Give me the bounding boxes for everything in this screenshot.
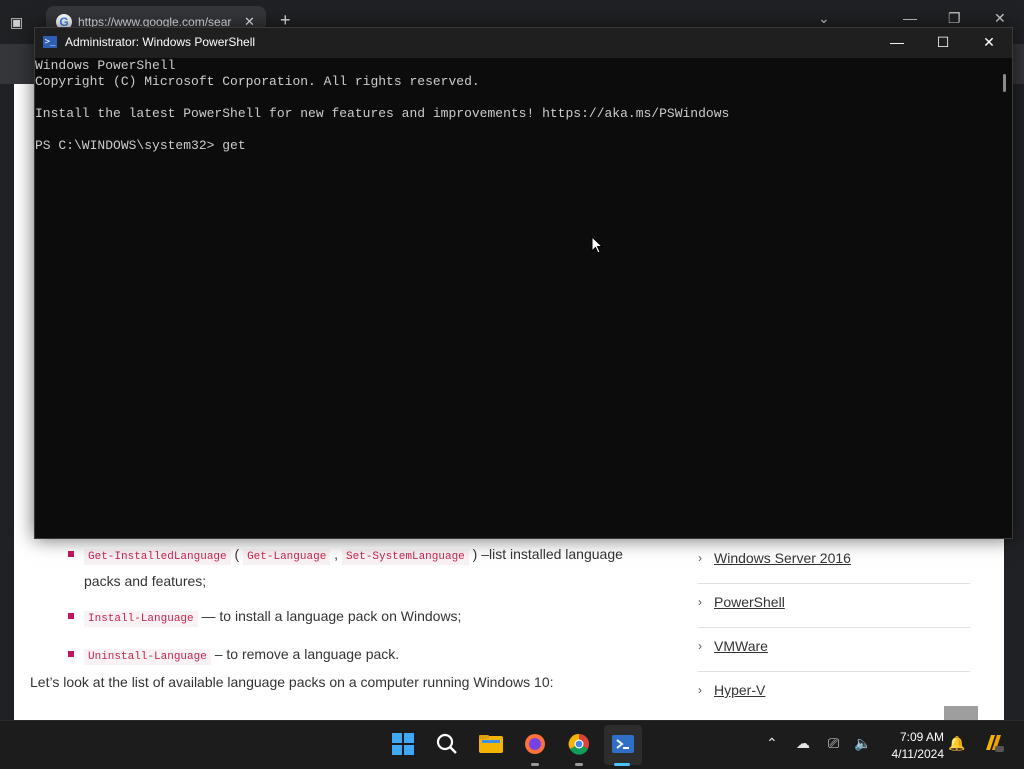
maximize-button[interactable]: ☐: [920, 28, 966, 58]
running-indicator: [575, 763, 583, 766]
tab-list-chevron-icon[interactable]: ⌄: [818, 10, 830, 27]
powershell-taskbar-icon[interactable]: [610, 732, 636, 758]
sidebar-link-label[interactable]: Windows Server 2016: [714, 550, 851, 566]
code-snippet: Install-Language: [84, 611, 198, 627]
close-button[interactable]: ✕: [966, 28, 1012, 58]
mouse-pointer-icon: [591, 236, 603, 254]
terminal-prompt-line[interactable]: PS C:\WINDOWS\system32> get: [35, 138, 246, 154]
sidebar-link-label[interactable]: PowerShell: [714, 594, 785, 610]
browser-restore-icon[interactable]: ❐: [948, 10, 961, 27]
sidebar-link-vmware[interactable]: › VMWare: [698, 628, 970, 672]
chevron-right-icon: ›: [698, 551, 702, 565]
window-title: Administrator: Windows PowerShell: [65, 35, 256, 49]
notification-bell-icon[interactable]: 🔔: [948, 735, 965, 752]
browser-close-icon[interactable]: ✕: [994, 10, 1006, 27]
sidebar-link-hyper-v[interactable]: › Hyper-V: [698, 672, 970, 715]
network-icon[interactable]: ⎚: [828, 735, 839, 752]
powershell-titlebar[interactable]: >_ Administrator: Windows PowerShell — ☐…: [35, 28, 1012, 58]
show-hidden-icons-chevron-icon[interactable]: ⌃: [766, 735, 778, 752]
sidebar-link-powershell[interactable]: › PowerShell: [698, 584, 970, 628]
code-snippet: Set-SystemLanguage: [341, 549, 469, 565]
onedrive-icon[interactable]: ☁: [796, 735, 810, 752]
code-snippet: Uninstall-Language: [84, 649, 211, 665]
search-icon[interactable]: [434, 732, 460, 758]
list-item: Uninstall-Language – to remove a languag…: [64, 642, 644, 669]
list-text: — to install a language pack on Windows;: [197, 608, 462, 624]
firefox-icon[interactable]: [522, 732, 548, 758]
list-text: – to remove a language pack.: [210, 646, 400, 662]
volume-muted-icon[interactable]: 🔈: [854, 735, 871, 752]
chrome-icon[interactable]: [566, 732, 592, 758]
code-snippet: Get-Language: [243, 549, 331, 565]
tab-search-icon[interactable]: ▣: [10, 14, 30, 30]
chevron-right-icon: ›: [698, 639, 702, 653]
list-item: Install-Language — to install a language…: [64, 604, 644, 631]
clock-date[interactable]: 4/11/2024: [876, 747, 945, 761]
browser-minimize-icon[interactable]: —: [903, 10, 917, 26]
scroll-to-top-button[interactable]: [944, 706, 978, 720]
copilot-icon[interactable]: [982, 732, 1004, 757]
terminal-line: Copyright (C) Microsoft Corporation. All…: [35, 74, 480, 89]
list-text: ,: [330, 546, 342, 562]
taskbar: ⌃ ☁ ⎚ 🔈 7:09 AM 4/11/2024 🔔: [0, 720, 1024, 769]
chevron-right-icon: ›: [698, 683, 702, 697]
clock-time[interactable]: 7:09 AM: [888, 730, 944, 744]
sidebar-link-windows-server-2016[interactable]: › Windows Server 2016: [698, 540, 970, 584]
sidebar-link-label[interactable]: Hyper-V: [714, 682, 765, 698]
code-snippet: Get-InstalledLanguage: [84, 549, 231, 565]
terminal-scrollbar[interactable]: [1003, 74, 1006, 92]
sidebar-link-label[interactable]: VMWare: [714, 638, 768, 654]
terminal-output[interactable]: Windows PowerShell Copyright (C) Microso…: [35, 58, 995, 536]
active-indicator: [614, 763, 630, 766]
start-windows-icon[interactable]: [390, 732, 416, 758]
file-explorer-icon[interactable]: [478, 732, 504, 758]
cmdlet-list: Get-InstalledLanguage ( Get-Language , S…: [64, 542, 644, 680]
list-item: Get-InstalledLanguage ( Get-Language , S…: [64, 542, 644, 593]
powershell-window[interactable]: >_ Administrator: Windows PowerShell — ☐…: [34, 27, 1013, 539]
article-paragraph: Let’s look at the list of available lang…: [30, 674, 554, 690]
minimize-button[interactable]: —: [874, 28, 920, 58]
running-indicator: [531, 763, 539, 766]
terminal-line: Windows PowerShell: [35, 58, 176, 73]
terminal-line: Install the latest PowerShell for new fe…: [35, 106, 730, 121]
chevron-right-icon: ›: [698, 595, 702, 609]
list-text: (: [230, 546, 244, 562]
powershell-icon: >_: [43, 36, 57, 48]
category-links: › Windows Server 2016 › PowerShell › VMW…: [698, 540, 970, 715]
